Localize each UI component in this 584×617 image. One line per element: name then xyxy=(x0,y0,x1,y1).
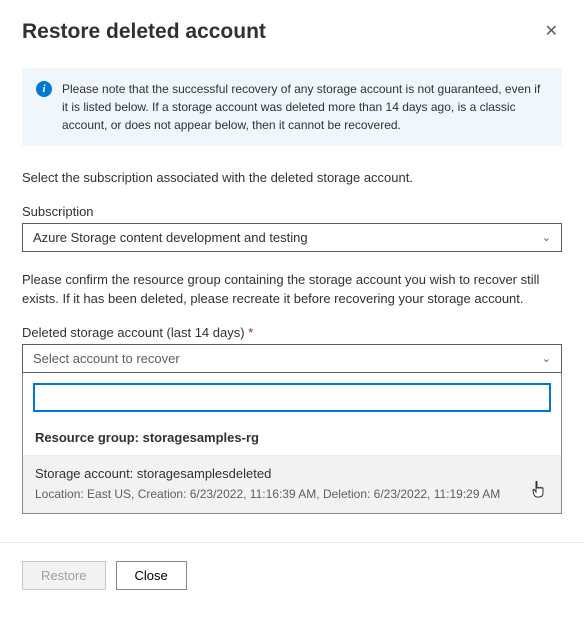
subscription-value: Azure Storage content development and te… xyxy=(33,230,308,245)
info-icon: i xyxy=(36,81,52,97)
deleted-account-placeholder: Select account to recover xyxy=(33,351,180,366)
dropdown-search-row xyxy=(23,373,561,420)
dropdown-search-input[interactable] xyxy=(33,383,551,412)
deleted-account-dropdown: Resource group: storagesamples-rg Storag… xyxy=(22,373,562,514)
close-icon[interactable]: ✕ xyxy=(541,20,562,44)
dropdown-option[interactable]: Storage account: storagesamplesdeleted L… xyxy=(23,456,561,513)
chevron-down-icon: ⌄ xyxy=(542,231,551,244)
subscription-intro: Select the subscription associated with … xyxy=(22,168,562,188)
confirm-text: Please confirm the resource group contai… xyxy=(22,270,562,309)
footer-divider xyxy=(0,542,584,543)
cursor-pointer-icon xyxy=(531,480,547,503)
deleted-account-select[interactable]: Select account to recover ⌄ xyxy=(22,344,562,373)
deleted-account-label: Deleted storage account (last 14 days) * xyxy=(22,325,562,340)
chevron-down-icon: ⌄ xyxy=(542,352,551,365)
footer-buttons: Restore Close xyxy=(22,561,562,590)
info-text: Please note that the successful recovery… xyxy=(62,80,548,134)
dialog-header: Restore deleted account ✕ xyxy=(22,20,562,44)
close-button[interactable]: Close xyxy=(116,561,187,590)
subscription-label: Subscription xyxy=(22,204,562,219)
restore-button: Restore xyxy=(22,561,106,590)
dialog-title: Restore deleted account xyxy=(22,20,266,44)
subscription-select[interactable]: Azure Storage content development and te… xyxy=(22,223,562,252)
dropdown-option-subtitle: Location: East US, Creation: 6/23/2022, … xyxy=(35,487,549,501)
dropdown-option-title: Storage account: storagesamplesdeleted xyxy=(35,466,549,481)
dropdown-group-header: Resource group: storagesamples-rg xyxy=(23,420,561,456)
required-asterisk: * xyxy=(248,325,253,340)
info-banner: i Please note that the successful recove… xyxy=(22,68,562,146)
